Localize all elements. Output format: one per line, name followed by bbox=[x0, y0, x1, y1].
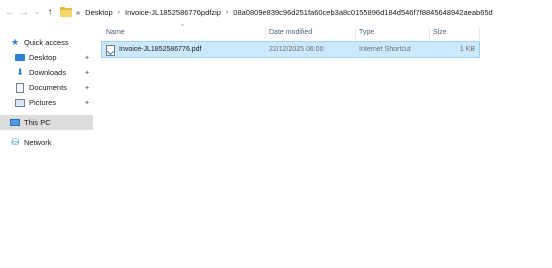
breadcrumb-separator-icon[interactable]: › bbox=[226, 9, 228, 16]
column-divider[interactable] bbox=[355, 28, 356, 39]
pictures-icon bbox=[15, 98, 25, 108]
recent-locations-button[interactable]: ⌄ bbox=[31, 5, 43, 19]
breadcrumb-hash-folder[interactable]: 08a0809e839c96d251fa60ceb3a8c0155896d184… bbox=[233, 8, 492, 17]
download-icon: ⬇ bbox=[16, 67, 24, 77]
column-header-name[interactable]: Name bbox=[106, 29, 125, 36]
desktop-icon bbox=[15, 53, 25, 63]
navigation-bar: ← → ⌄ ↑ « Desktop › Invoice-JL1852586776… bbox=[0, 0, 552, 24]
column-header-date-modified[interactable]: Date modified bbox=[269, 29, 312, 36]
column-header-size[interactable]: Size bbox=[433, 29, 447, 36]
arrow-up-icon: ↑ bbox=[47, 6, 53, 18]
network-icon: ⛁ bbox=[11, 137, 19, 147]
column-divider[interactable] bbox=[265, 28, 266, 39]
shortcut-file-icon bbox=[106, 45, 115, 56]
breadcrumb-overflow[interactable]: « bbox=[76, 8, 80, 17]
file-name: Invoice-JL1852586776.pdf bbox=[119, 46, 202, 53]
chevron-down-icon: ⌄ bbox=[34, 9, 40, 16]
arrow-right-icon: → bbox=[19, 6, 29, 18]
folder-icon bbox=[60, 7, 72, 17]
forward-button[interactable]: → bbox=[18, 5, 30, 19]
file-type: Internet Shortcut bbox=[359, 46, 411, 53]
column-divider[interactable] bbox=[479, 28, 480, 39]
column-header-type[interactable]: Type bbox=[359, 29, 374, 36]
sidebar-item-downloads[interactable]: ⬇ Downloads ✦ bbox=[0, 65, 93, 80]
file-row[interactable]: Invoice-JL1852586776.pdf 22/12/2025 06:0… bbox=[101, 41, 480, 58]
pin-icon: ✦ bbox=[84, 54, 90, 62]
address-bar[interactable]: « Desktop › Invoice-JL1852586776pdfzip ›… bbox=[60, 3, 552, 21]
column-divider[interactable] bbox=[429, 28, 430, 39]
sidebar-item-label: Quick access bbox=[24, 38, 69, 47]
column-header-row: Name Date modified Type Size bbox=[101, 26, 481, 40]
document-icon bbox=[15, 82, 25, 93]
sidebar-item-label: Downloads bbox=[29, 68, 67, 77]
computer-icon bbox=[10, 118, 20, 128]
breadcrumb-separator-icon[interactable]: › bbox=[118, 9, 120, 16]
breadcrumb-desktop[interactable]: Desktop bbox=[85, 8, 113, 17]
pin-icon: ✦ bbox=[84, 69, 90, 77]
star-icon: ★ bbox=[10, 37, 20, 47]
up-button[interactable]: ↑ bbox=[44, 5, 56, 19]
sidebar-item-desktop[interactable]: Desktop ✦ bbox=[0, 50, 93, 65]
pin-icon: ✦ bbox=[84, 99, 90, 107]
file-size: 1 KB bbox=[459, 46, 475, 53]
navigation-pane: ★ Quick access Desktop ✦ ⬇ Downloads ✦ D… bbox=[0, 24, 93, 268]
sidebar-item-label: Network bbox=[24, 138, 52, 147]
back-button[interactable]: ← bbox=[4, 5, 16, 19]
arrow-left-icon: ← bbox=[5, 6, 15, 18]
sidebar-item-this-pc[interactable]: This PC bbox=[0, 115, 93, 130]
sidebar-item-documents[interactable]: Documents ✦ bbox=[0, 80, 93, 95]
sidebar-item-pictures[interactable]: Pictures ✦ bbox=[0, 95, 93, 110]
breadcrumb-zip-folder[interactable]: Invoice-JL1852586776pdfzip bbox=[125, 8, 221, 17]
sidebar-item-network[interactable]: ⛁ Network bbox=[0, 135, 93, 150]
sidebar-item-quick-access[interactable]: ★ Quick access bbox=[0, 35, 93, 50]
sidebar-item-label: Pictures bbox=[29, 98, 57, 107]
sidebar-item-label: Documents bbox=[29, 83, 67, 92]
pin-icon: ✦ bbox=[84, 84, 90, 92]
sidebar-item-label: This PC bbox=[24, 118, 51, 127]
sidebar-item-label: Desktop bbox=[29, 53, 57, 62]
file-date-modified: 22/12/2025 06:00 bbox=[269, 46, 324, 53]
